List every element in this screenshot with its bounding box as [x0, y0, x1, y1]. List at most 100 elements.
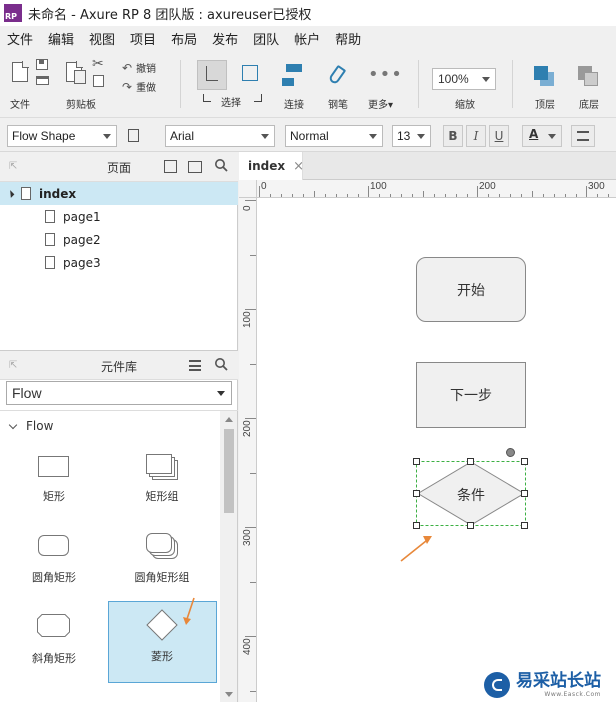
- menu-edit[interactable]: 编辑: [41, 29, 82, 48]
- copy-button[interactable]: [93, 75, 104, 87]
- more-button[interactable]: •••: [368, 64, 403, 85]
- redo-button[interactable]: ↷ 重做: [122, 79, 156, 95]
- select-bracket-left: [203, 94, 211, 102]
- library-item-rectangle[interactable]: 矩形: [0, 451, 108, 531]
- search-pages-button[interactable]: [214, 158, 228, 175]
- library-menu-button[interactable]: [189, 360, 201, 371]
- hamburger-menu-icon: [189, 365, 201, 367]
- send-to-back-button[interactable]: [576, 64, 602, 90]
- scroll-up-icon[interactable]: [225, 417, 233, 422]
- ruler-label: 100: [370, 181, 387, 192]
- search-library-button[interactable]: [214, 357, 228, 374]
- font-weight-select[interactable]: Normal: [285, 125, 383, 147]
- resize-handle[interactable]: [413, 458, 420, 465]
- library-item-rounded-rectangle[interactable]: 圆角矩形: [0, 531, 108, 611]
- canvas-area: index × 0 100 200 300 0 100 200 300 400 …: [239, 152, 616, 702]
- close-icon[interactable]: ×: [293, 159, 304, 174]
- chevron-down-icon: [548, 134, 556, 139]
- flow-shape-label: 开始: [457, 282, 485, 299]
- watermark-icon: [484, 671, 510, 698]
- widget-style-select[interactable]: Flow Shape: [7, 125, 117, 147]
- save-file-button[interactable]: [36, 59, 48, 70]
- tab-index[interactable]: index ×: [239, 152, 304, 180]
- resize-handle[interactable]: [467, 458, 474, 465]
- undo-label: 撤销: [136, 64, 157, 75]
- flow-shape-label: 条件: [457, 488, 485, 504]
- pages-panel-title: 页面: [106, 161, 131, 175]
- pages-tree: index page1 page2 page3: [0, 182, 238, 318]
- rounded-rectangle-icon: [38, 535, 69, 556]
- page-item-page1[interactable]: page1: [45, 205, 101, 228]
- bold-button[interactable]: B: [443, 125, 463, 147]
- vertical-ruler-ticks: [245, 200, 256, 692]
- design-canvas[interactable]: 开始 下一步 条件: [258, 199, 616, 702]
- style-editor-button[interactable]: [127, 128, 143, 144]
- ruler-label: 200: [242, 420, 253, 437]
- main-toolbar: 文件 ✂ 剪贴板 ↶ 撤销 ↷ 重做 选择 连接 钢笔 ••• 更多▾ 100%…: [0, 50, 616, 118]
- connect-button[interactable]: [282, 62, 308, 92]
- select-intersect-button[interactable]: [197, 60, 227, 90]
- undo-button[interactable]: ↶ 撤销: [122, 60, 157, 76]
- resize-handle[interactable]: [467, 522, 474, 529]
- cut-button[interactable]: ✂: [92, 56, 104, 72]
- watermark-icon-inner: [492, 678, 502, 691]
- more-dots-icon: •••: [368, 64, 403, 85]
- menu-account[interactable]: 帐户: [287, 29, 328, 48]
- flow-shape-condition[interactable]: 条件: [413, 448, 528, 529]
- chevron-down-icon: [482, 77, 490, 82]
- flow-shape-start[interactable]: 开始: [416, 257, 526, 322]
- menu-publish[interactable]: 发布: [205, 29, 246, 48]
- new-file-button[interactable]: [12, 61, 29, 82]
- resize-handle[interactable]: [413, 522, 420, 529]
- rotate-handle[interactable]: [506, 448, 515, 457]
- italic-button[interactable]: I: [466, 125, 486, 147]
- underline-button[interactable]: U: [489, 125, 509, 147]
- scrollbar-thumb[interactable]: [224, 429, 234, 513]
- add-page-button[interactable]: [164, 160, 177, 173]
- page-item-index[interactable]: index: [0, 182, 238, 205]
- menu-layout[interactable]: 布局: [164, 29, 205, 48]
- font-color-button[interactable]: A: [522, 125, 562, 147]
- library-scrollbar[interactable]: [220, 411, 237, 702]
- scroll-down-icon[interactable]: [225, 692, 233, 697]
- select-contain-button[interactable]: [236, 60, 266, 90]
- library-item-rectangle-group[interactable]: 矩形组: [108, 451, 216, 531]
- menu-file[interactable]: 文件: [0, 29, 41, 48]
- pen-label: 钢笔: [328, 100, 348, 111]
- style-editor-icon: [128, 129, 139, 142]
- menu-project[interactable]: 项目: [123, 29, 164, 48]
- more-label[interactable]: 更多▾: [368, 96, 393, 111]
- add-folder-button[interactable]: [188, 161, 202, 173]
- chevron-down-icon: [217, 391, 225, 396]
- watermark-text: 易采站长站: [516, 670, 601, 691]
- flow-shape-next-step[interactable]: 下一步: [416, 362, 526, 428]
- menu-team[interactable]: 团队: [246, 29, 287, 48]
- connect-label: 连接: [284, 100, 304, 111]
- select-label: 选择: [221, 98, 241, 109]
- library-item-bevel-rectangle[interactable]: 斜角矩形: [0, 611, 108, 691]
- page-item-label: page3: [63, 255, 101, 270]
- font-family-value: Arial: [170, 129, 195, 143]
- zoom-select[interactable]: 100%: [432, 68, 496, 90]
- tree-expand-icon[interactable]: [6, 189, 15, 198]
- ruler-label: 300: [588, 181, 605, 192]
- pen-button[interactable]: [326, 62, 350, 90]
- page-item-page2[interactable]: page2: [45, 228, 101, 251]
- paste-button[interactable]: [66, 61, 86, 84]
- font-size-select[interactable]: 13: [392, 125, 431, 147]
- bullet-list-button[interactable]: [571, 125, 595, 147]
- menu-view[interactable]: 视图: [82, 29, 123, 48]
- chevron-down-icon: [103, 134, 111, 139]
- bring-to-front-button[interactable]: [532, 64, 558, 90]
- open-file-button[interactable]: [36, 76, 49, 85]
- library-select[interactable]: Flow: [6, 381, 232, 405]
- resize-handle[interactable]: [521, 522, 528, 529]
- select-bracket-right: [254, 94, 262, 102]
- font-family-select[interactable]: Arial: [165, 125, 275, 147]
- library-section-header[interactable]: Flow: [8, 419, 53, 433]
- resize-handle[interactable]: [413, 490, 420, 497]
- page-item-page3[interactable]: page3: [45, 251, 101, 274]
- resize-handle[interactable]: [521, 458, 528, 465]
- menu-help[interactable]: 帮助: [328, 29, 369, 48]
- resize-handle[interactable]: [521, 490, 528, 497]
